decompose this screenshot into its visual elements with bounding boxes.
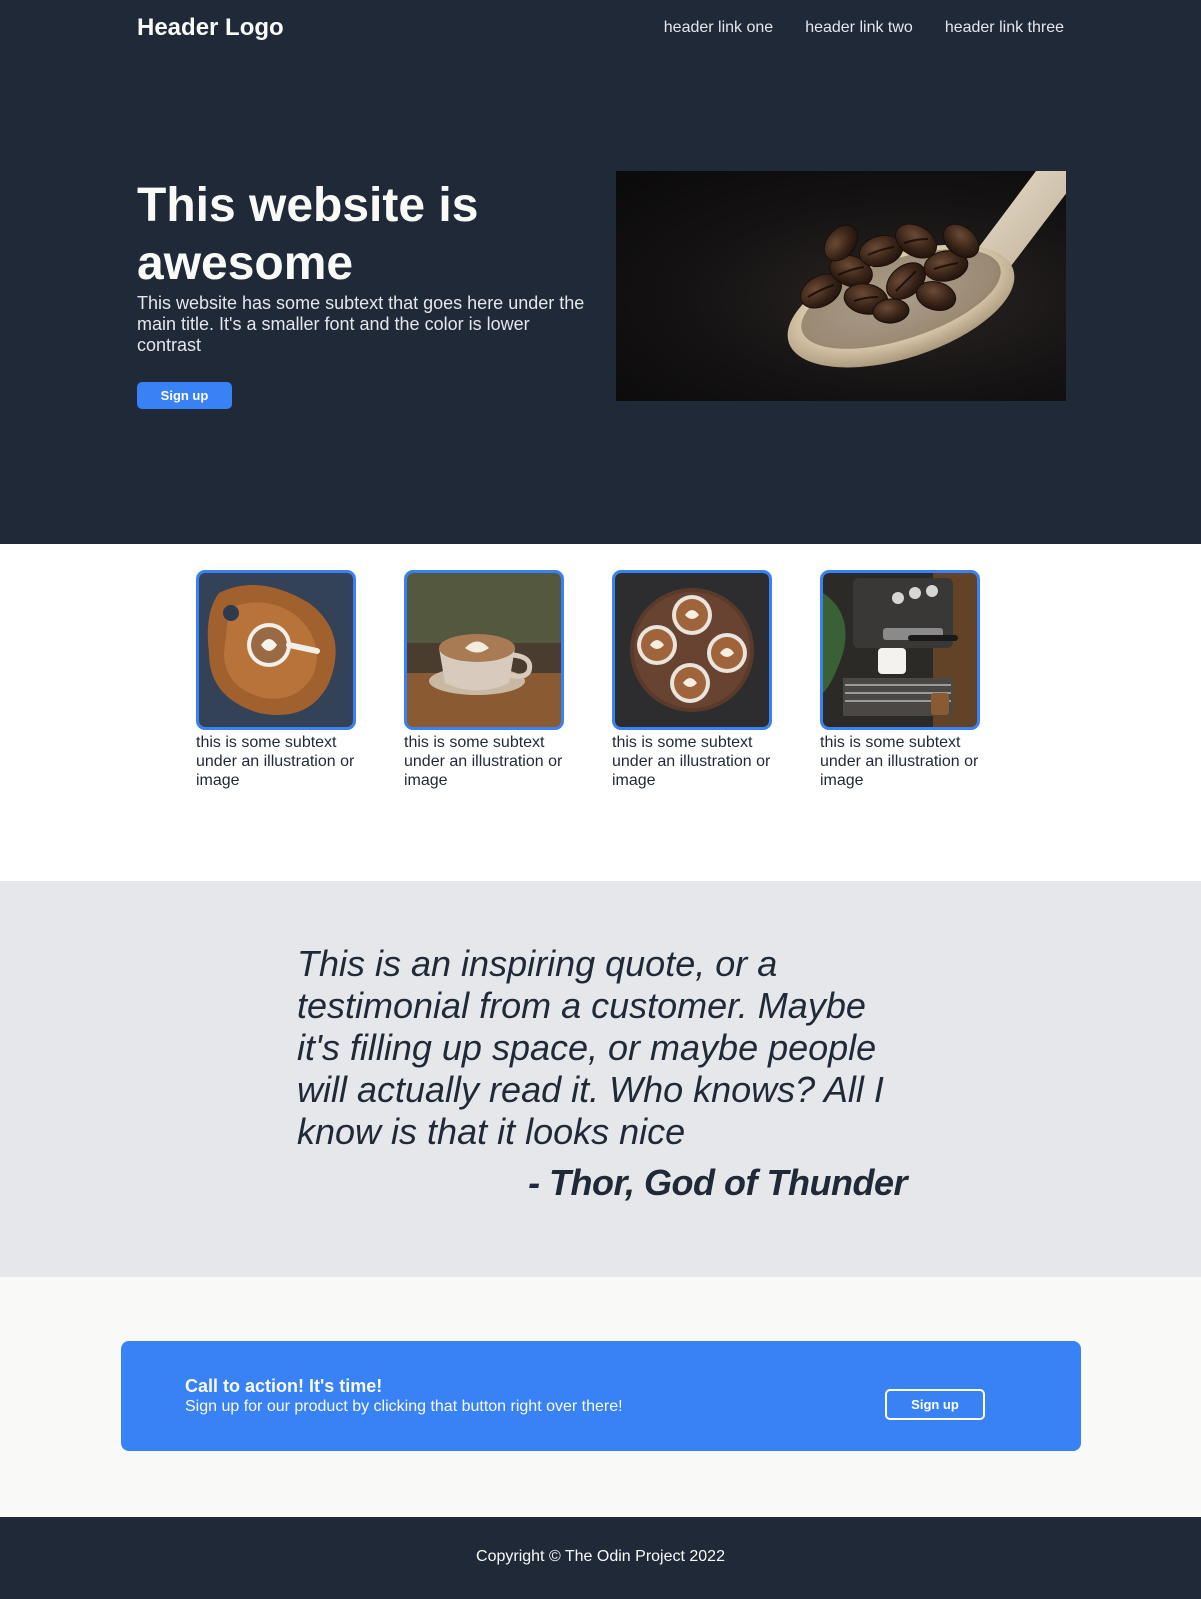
footer: Copyright © The Odin Project 2022 — [0, 1517, 1201, 1599]
hero-content: This website is awesome This website has… — [137, 171, 1066, 409]
card-text: this is some subtext under an illustrati… — [820, 734, 979, 789]
info-card: this is some subtext under an illustrati… — [196, 570, 357, 790]
info-section: this is some subtext under an illustrati… — [0, 544, 1201, 881]
latte-on-wooden-board-image — [196, 570, 356, 730]
header-logo[interactable]: Header Logo — [137, 14, 284, 42]
header-nav: Header Logo header link one header link … — [137, 14, 1064, 42]
cta-subtitle: Sign up for our product by clicking that… — [185, 1398, 623, 1415]
footer-copyright: Copyright © The Odin Project 2022 — [476, 1548, 725, 1565]
info-card: this is some subtext under an illustrati… — [612, 570, 773, 790]
card-text: this is some subtext under an illustrati… — [612, 734, 771, 789]
card-text: this is some subtext under an illustrati… — [196, 734, 355, 789]
header-link-two[interactable]: header link two — [805, 19, 913, 37]
coffee-beans-spoon-image — [616, 171, 1066, 401]
cta-title: Call to action! It's time! — [185, 1376, 383, 1396]
hero-section: Header Logo header link one header link … — [0, 0, 1201, 544]
header-link-one[interactable]: header link one — [664, 19, 773, 37]
nav-links: header link one header link two header l… — [664, 19, 1064, 37]
quote-author: - Thor, God of Thunder — [528, 1162, 907, 1203]
espresso-machine-image — [820, 570, 980, 730]
quote: This is an inspiring quote, or a testimo… — [297, 943, 908, 1204]
quote-section: This is an inspiring quote, or a testimo… — [0, 881, 1201, 1277]
hero-subtitle: This website has some subtext that goes … — [137, 293, 585, 355]
info-card: this is some subtext under an illustrati… — [404, 570, 565, 790]
cta-signup-button[interactable]: Sign up — [885, 1389, 985, 1420]
quote-text: This is an inspiring quote, or a testimo… — [297, 943, 884, 1152]
header-link-three[interactable]: header link three — [945, 19, 1064, 37]
hero-signup-button[interactable]: Sign up — [137, 382, 232, 409]
info-cards: this is some subtext under an illustrati… — [196, 570, 981, 790]
hero-text: This website is awesome This website has… — [137, 171, 587, 409]
cta-section: Call to action! It's time! Sign up for o… — [0, 1277, 1201, 1517]
cappuccino-cup-image — [404, 570, 564, 730]
card-text: this is some subtext under an illustrati… — [404, 734, 563, 789]
hero-title: This website is awesome — [137, 179, 479, 290]
cta-box: Call to action! It's time! Sign up for o… — [121, 1341, 1081, 1451]
four-lattes-on-table-image — [612, 570, 772, 730]
info-card: this is some subtext under an illustrati… — [820, 570, 981, 790]
